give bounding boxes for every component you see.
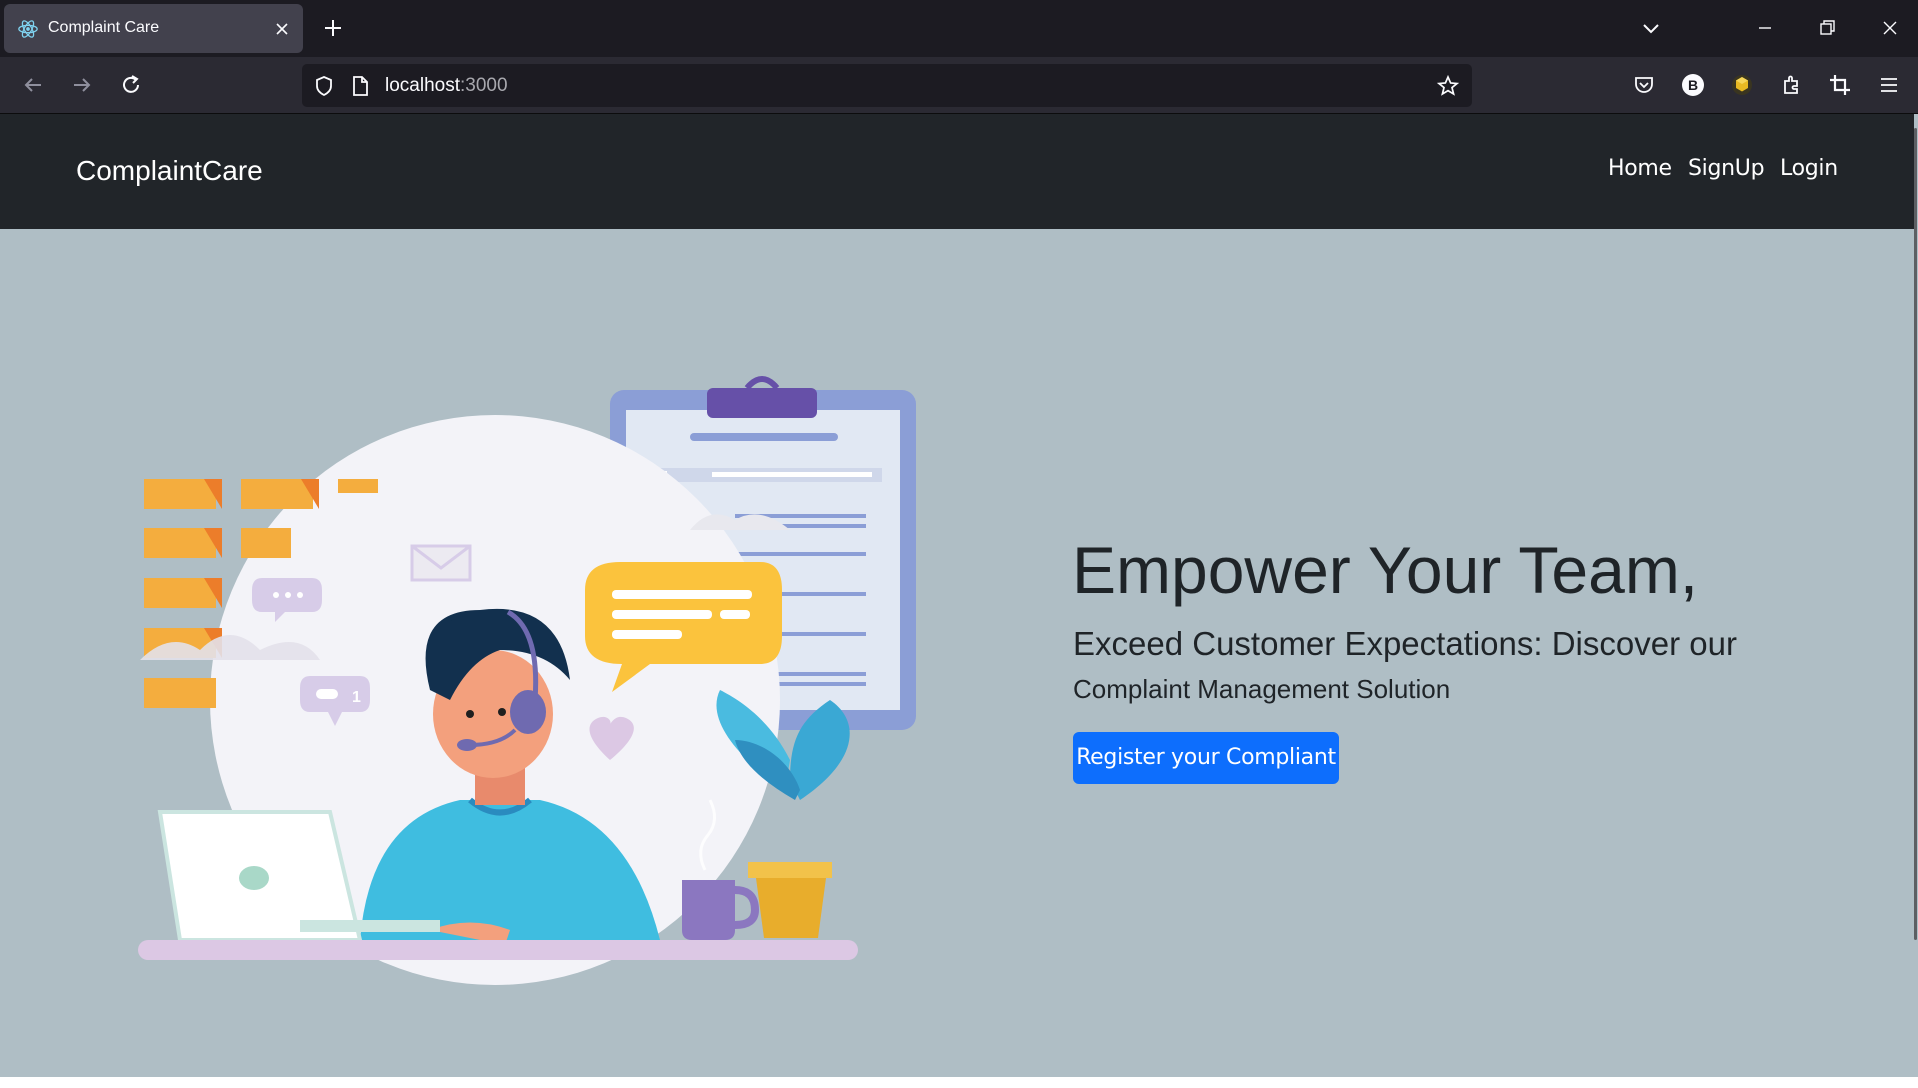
close-tab-icon[interactable] [272,19,292,39]
new-tab-icon[interactable] [322,17,344,39]
brand-logo[interactable]: ComplaintCare [76,154,263,188]
nav-signup-link[interactable]: SignUp [1688,154,1765,184]
badge-count: 1 [352,689,361,706]
b-extension-icon[interactable]: B [1679,71,1707,99]
tab-title: Complaint Care [48,19,160,36]
url-host: localhost [385,75,460,96]
extensions-icon[interactable] [1777,71,1805,99]
hero-subtitle-line1: Exceed Customer Expectations: Discover o… [1073,625,1737,662]
svg-text:B: B [1688,77,1698,93]
url-port: :3000 [460,75,508,96]
react-icon [18,20,38,38]
chevron-down-icon[interactable] [1640,17,1662,39]
menu-icon[interactable] [1875,71,1903,99]
hero-subtitle-line2: Complaint Management Solution [1073,674,1451,704]
browser-tab-active[interactable]: Complaint Care [4,4,303,53]
star-icon[interactable] [1436,74,1460,98]
page-icon [353,76,368,96]
crop-icon[interactable] [1826,71,1854,99]
shield-icon[interactable] [312,74,336,98]
hero-title: Empower Your Team, [1072,533,1699,607]
restore-icon[interactable] [1815,16,1839,40]
minimize-icon[interactable] [1753,16,1777,40]
cube-extension-icon[interactable] [1728,71,1756,99]
register-complaint-button[interactable]: Register your Compliant [1073,732,1339,784]
nav-home-link[interactable]: Home [1608,154,1672,184]
back-icon[interactable] [19,71,47,99]
reload-icon[interactable] [117,71,145,99]
window-close-icon[interactable] [1878,16,1902,40]
desk-surface [138,940,858,960]
browser-toolbar: localhost:3000 B [0,57,1918,114]
nav-login-link[interactable]: Login [1780,154,1838,184]
page-content: ComplaintCare Home SignUp Login 1 Empowe… [0,114,1918,1077]
scrollbar-thumb[interactable] [1914,128,1917,940]
pocket-icon[interactable] [1630,71,1658,99]
browser-tabstrip: Complaint Care [0,0,1918,57]
url-text[interactable]: localhost:3000 [385,75,508,97]
address-bar[interactable]: localhost:3000 [302,64,1472,107]
support-agent-illustration: 1 [138,376,916,985]
envelope-icon [410,544,472,582]
forward-icon[interactable] [68,71,96,99]
site-navbar: ComplaintCare Home SignUp Login [0,114,1918,229]
